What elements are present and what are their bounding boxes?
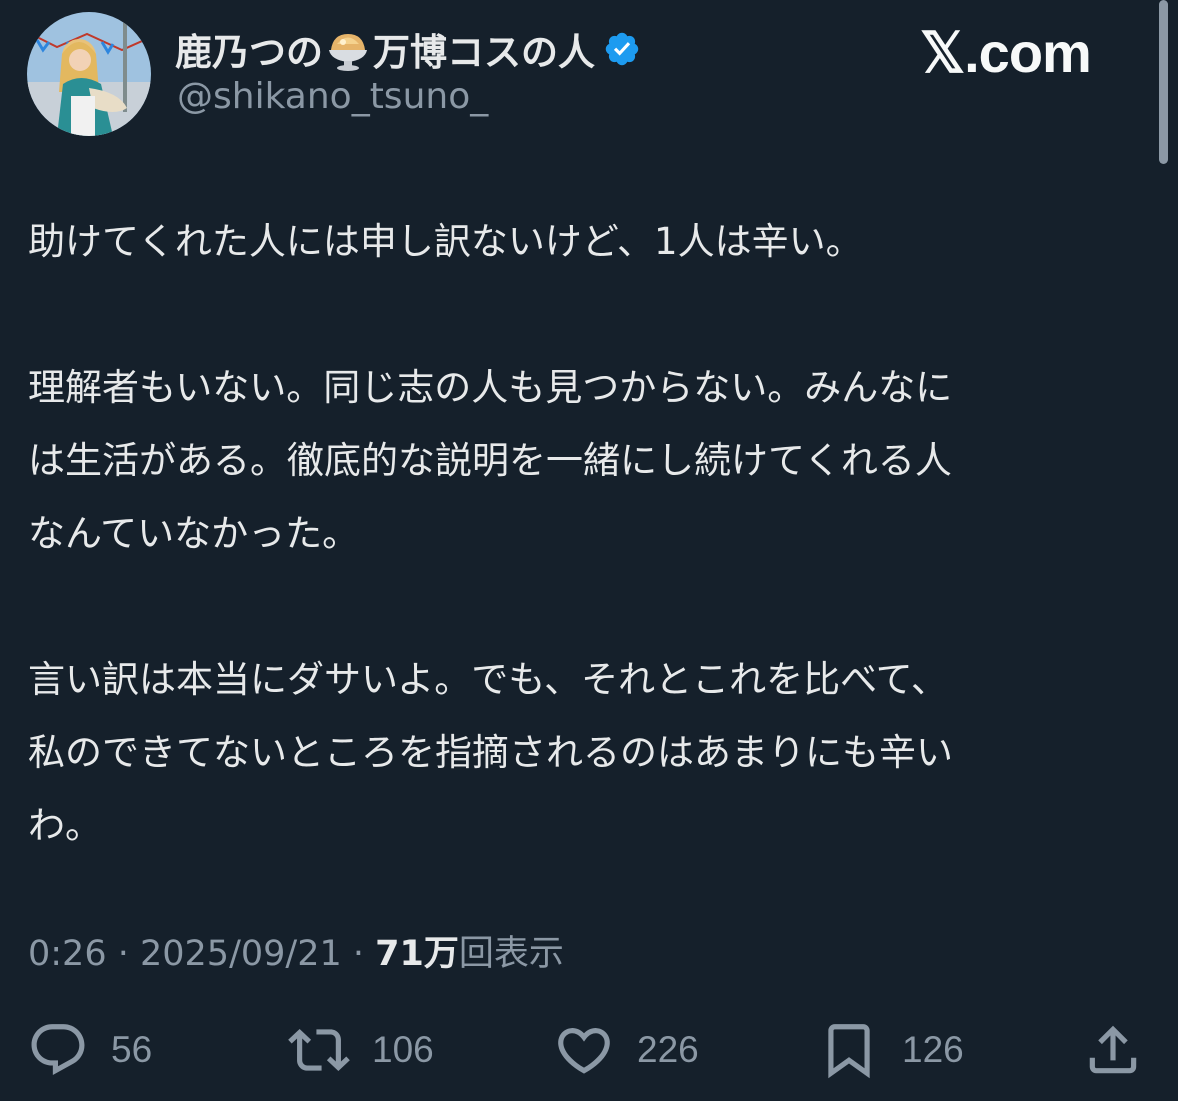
- tweet-line: なんていなかった。: [28, 512, 360, 555]
- retweet-icon: [288, 1029, 350, 1071]
- share-button[interactable]: [1082, 1012, 1144, 1088]
- bookmark-count: 126: [902, 1029, 964, 1070]
- verified-badge-icon: [603, 30, 641, 68]
- meta-separator: ·: [106, 934, 140, 974]
- like-button[interactable]: 226: [553, 1012, 699, 1088]
- tweet-line: 私のできてないところを指摘されるのはあまりにも辛い: [28, 731, 953, 774]
- retweet-count: 106: [372, 1029, 434, 1070]
- meta-separator: ·: [341, 934, 376, 974]
- tweet-line: は生活がある。徹底的な説明を一緒にし続けてくれる人: [28, 439, 952, 482]
- display-name-part2[interactable]: 万博コスの人: [373, 22, 595, 76]
- reply-count: 56: [111, 1029, 153, 1070]
- tweet-paragraph-2: 理解者もいない。同じ志の人も見つからない。みんなに は生活がある。徹底的な説明を…: [28, 351, 1158, 570]
- heart-icon: [558, 1028, 610, 1074]
- share-icon: [1089, 1025, 1137, 1074]
- scrollbar[interactable]: [1159, 0, 1168, 164]
- reply-icon: [31, 1024, 85, 1076]
- views-label: 回表示: [458, 934, 564, 974]
- views-count: 71万: [375, 934, 459, 974]
- shaved-ice-icon: [325, 26, 371, 72]
- tweet-date[interactable]: 2025/09/21: [140, 934, 342, 974]
- handle[interactable]: @shikano_tsuno_: [177, 76, 488, 117]
- brand-logo: 𝕏.com: [920, 21, 1092, 84]
- bookmark-icon: [828, 1024, 870, 1079]
- tweet-text: 助けてくれた人には申し訳ないけど、1人は辛い。 理解者もいない。同じ志の人も見つ…: [28, 205, 1158, 862]
- tweet-meta: 0:26 · 2025/09/21 · 71万回表示: [28, 925, 564, 976]
- tweet-line: 理解者もいない。同じ志の人も見つからない。みんなに: [28, 366, 953, 409]
- tweet-line: 言い訳は本当にダサいよ。でも、それとこれを比べて、: [28, 658, 948, 701]
- tweet-time[interactable]: 0:26: [28, 934, 107, 974]
- display-name-part1[interactable]: 鹿乃つの: [175, 22, 323, 76]
- tweet-paragraph-1: 助けてくれた人には申し訳ないけど、1人は辛い。: [28, 205, 1158, 278]
- action-bar: 56 106 226 126: [0, 1012, 1178, 1088]
- bookmark-button[interactable]: 126: [818, 1012, 964, 1088]
- tweet-paragraph-3: 言い訳は本当にダサいよ。でも、それとこれを比べて、 私のできてないところを指摘さ…: [28, 643, 1158, 862]
- tweet-line: 助けてくれた人には申し訳ないけど、1人は辛い。: [28, 220, 863, 263]
- avatar[interactable]: [27, 12, 151, 136]
- like-count: 226: [637, 1029, 699, 1070]
- retweet-button[interactable]: 106: [288, 1012, 434, 1088]
- reply-button[interactable]: 56: [27, 1012, 152, 1088]
- display-name-row[interactable]: 鹿乃つの 万博コスの人: [175, 22, 641, 76]
- tweet-line: わ。: [28, 804, 102, 847]
